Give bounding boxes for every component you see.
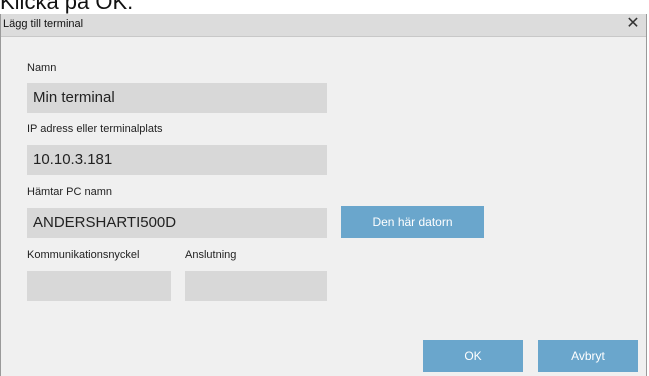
ip-label: IP adress eller terminalplats xyxy=(27,123,163,135)
comm-key-field[interactable] xyxy=(27,271,171,301)
pc-name-field[interactable]: ANDERSHARTI500D xyxy=(27,208,327,238)
ip-field[interactable]: 10.10.3.181 xyxy=(27,145,327,175)
pc-name-label: Hämtar PC namn xyxy=(27,186,112,198)
this-computer-button[interactable]: Den här datorn xyxy=(341,206,484,238)
connection-label: Anslutning xyxy=(185,249,237,261)
name-label: Namn xyxy=(27,62,57,74)
dialog-titlebar: Lägg till terminal ✕ xyxy=(1,14,646,37)
comm-key-label: Kommunikationsnyckel xyxy=(27,249,140,261)
connection-field[interactable] xyxy=(185,271,327,301)
ok-button[interactable]: OK xyxy=(423,340,523,372)
close-icon[interactable]: ✕ xyxy=(624,15,642,33)
dialog-title: Lägg till terminal xyxy=(3,18,84,30)
instruction-caption: Klicka på OK. xyxy=(0,0,134,14)
cancel-button[interactable]: Avbryt xyxy=(538,340,638,372)
name-field[interactable]: Min terminal xyxy=(27,83,327,113)
add-terminal-dialog: Lägg till terminal ✕ Namn Min terminal I… xyxy=(0,14,647,376)
